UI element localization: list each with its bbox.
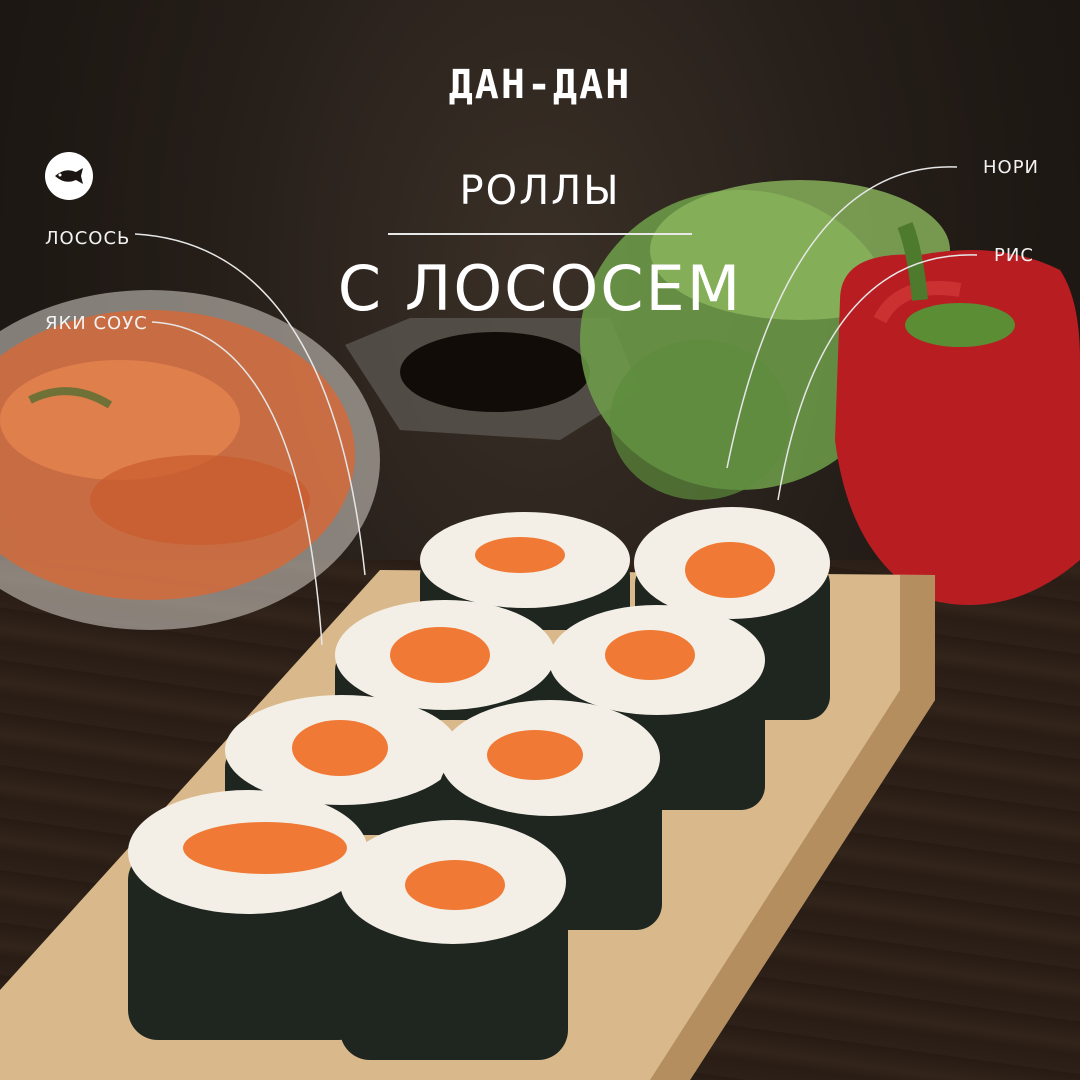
product-category-title: РОЛЛЫ — [459, 168, 621, 214]
soy-sauce-dish — [345, 318, 640, 440]
promo-poster: ДАН-ДАН РОЛЛЫ С ЛОСОСЕМ ЛОСОСЬ ЯКИ СОУС … — [0, 0, 1080, 1080]
brand-logo-text: ДАН-ДАН — [448, 62, 632, 108]
label-salmon: ЛОСОСЬ — [45, 228, 131, 249]
label-nori: НОРИ — [983, 157, 1040, 178]
lettuce — [580, 180, 950, 500]
brand-logo: ДАН-ДАН — [0, 62, 1080, 108]
label-yaki-sauce: ЯКИ СОУС — [45, 313, 148, 334]
label-rice: РИС — [994, 245, 1034, 266]
title-divider — [388, 233, 692, 235]
product-name-title: С ЛОСОСЕМ — [337, 252, 743, 325]
fish-icon — [45, 152, 93, 200]
wooden-table — [0, 560, 1080, 1080]
